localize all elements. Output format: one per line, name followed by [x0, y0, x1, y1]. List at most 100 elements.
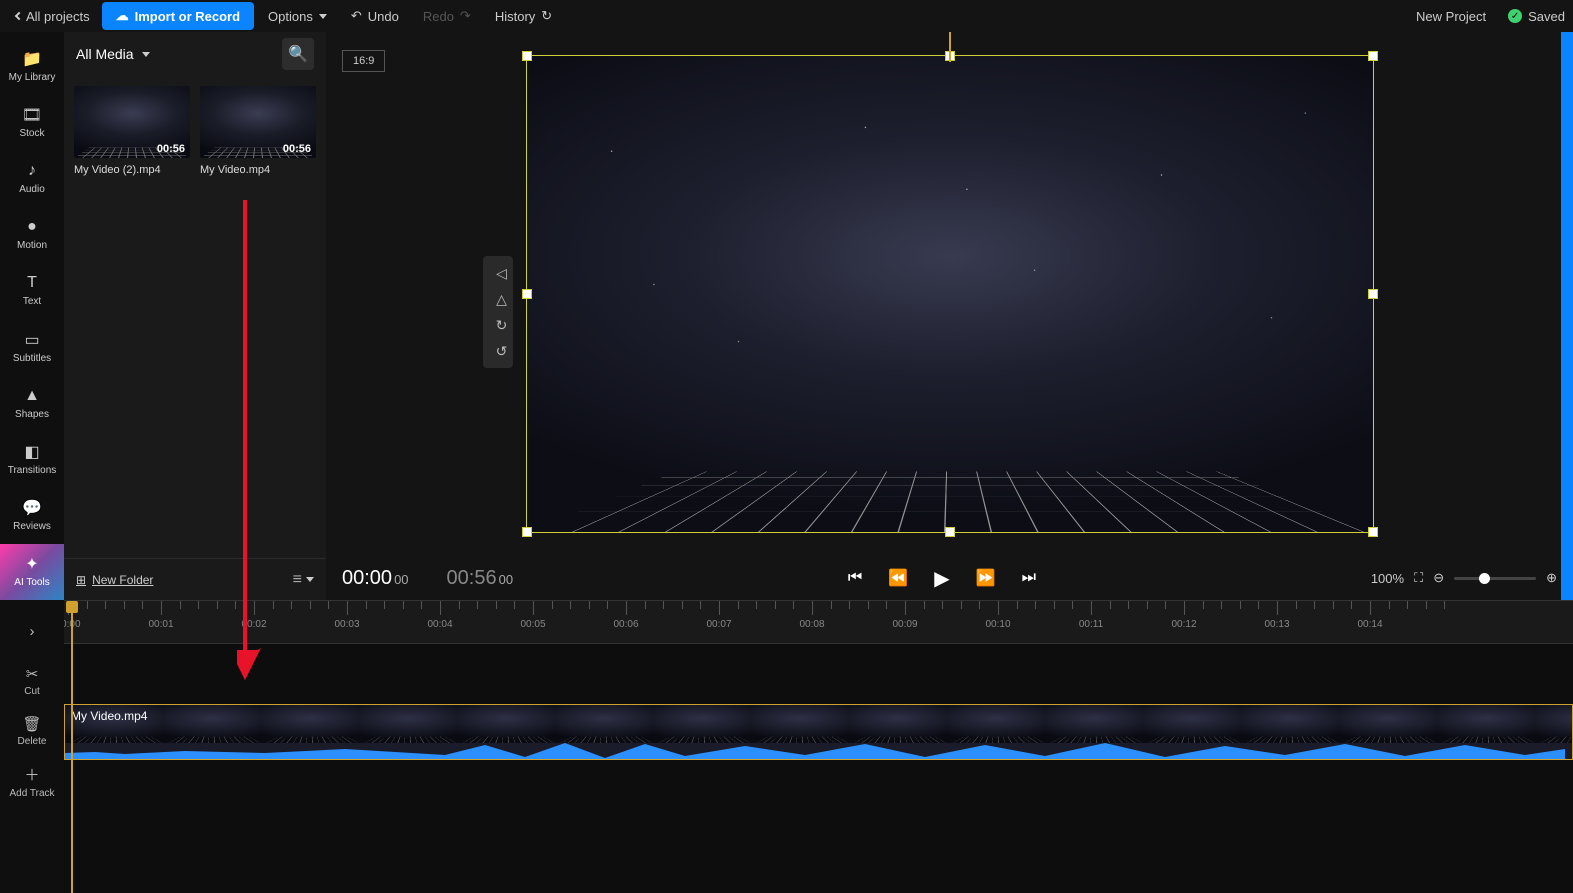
sidebar-item-reviews[interactable]: 💬Reviews — [0, 488, 64, 544]
ruler-tick-label: 00:01 — [148, 619, 173, 630]
timeline-tool-delete[interactable]: 🗑Delete — [0, 706, 64, 756]
sidebar-item-ai-tools[interactable]: ✦AI Tools — [0, 544, 64, 600]
zoom-level: 100% — [1371, 571, 1404, 586]
resize-handle[interactable] — [522, 289, 532, 299]
new-folder-button[interactable]: ⊞New Folder — [76, 573, 153, 587]
play-button[interactable]: ▶ — [934, 566, 949, 591]
chevron-down-icon — [142, 52, 150, 57]
current-time: 00:0000 — [342, 567, 409, 590]
text-icon: T — [22, 274, 42, 292]
search-icon: 🔍 — [288, 44, 308, 64]
ruler-tick-label: 00:14 — [1357, 619, 1382, 630]
timeline-tool-add-track[interactable]: ＋Add Track — [0, 756, 64, 806]
back-to-projects[interactable]: All projects — [8, 5, 98, 28]
sidebar-item-shapes[interactable]: ▲Shapes — [0, 375, 64, 431]
resize-handle[interactable] — [1368, 289, 1378, 299]
sidebar-item-motion[interactable]: ●Motion — [0, 207, 64, 263]
sidebar-item-stock[interactable]: 🎞Stock — [0, 94, 64, 150]
aspect-ratio-button[interactable]: 16:9 — [342, 50, 385, 72]
stock-icon: 🎞 — [22, 106, 42, 124]
ruler-tick-label: 00:02 — [241, 619, 266, 630]
my library-icon: 📁 — [22, 50, 42, 68]
ruler-tick-label: 00:11 — [1079, 619, 1103, 630]
import-record-button[interactable]: ☁Import or Record — [102, 2, 254, 30]
ruler-tick-label: 00:08 — [799, 619, 824, 630]
media-panel: All Media 🔍 00:56My Video (2).mp400:56My… — [64, 32, 326, 600]
sidebar-item-subtitles[interactable]: ▭Subtitles — [0, 319, 64, 375]
ruler-tick-label: 00:09 — [892, 619, 917, 630]
forward-button[interactable]: ⏩ — [976, 568, 996, 588]
audio-icon: ♪ — [22, 162, 42, 180]
save-status: ✓Saved — [1508, 9, 1565, 24]
sidebar-item-audio[interactable]: ♪Audio — [0, 150, 64, 206]
ruler-tick-label: 00:05 — [520, 619, 545, 630]
shapes-icon: ▲ — [22, 387, 42, 405]
playback-controls: 00:0000 00:5600 ⏮ ⏪ ▶ ⏩ ⏭ 100% ⛶ ⊖ ⊕ — [326, 556, 1573, 600]
preview-area: 16:9 ◁ △ ↻ ↺ 00:0000 — [326, 32, 1573, 600]
redo-icon: ↷ — [460, 8, 471, 24]
left-sidebar: 📁My Library🎞Stock♪Audio●MotionTText▭Subt… — [0, 32, 64, 600]
rotate-cw-button[interactable]: ↻ — [487, 312, 517, 338]
resize-handle[interactable] — [1368, 51, 1378, 61]
audio-waveform — [65, 741, 1565, 759]
history-button[interactable]: History↻ — [485, 4, 562, 28]
rewind-button[interactable]: ⏪ — [888, 568, 908, 588]
media-clip[interactable]: 00:56My Video (2).mp4 — [74, 86, 190, 176]
playhead[interactable] — [66, 601, 78, 613]
resize-handle[interactable] — [522, 527, 532, 537]
video-canvas[interactable]: ◁ △ ↻ ↺ — [526, 55, 1374, 533]
ruler-tick-label: 00:06 — [613, 619, 638, 630]
timeline-clip[interactable]: My Video.mp4 — [64, 704, 1573, 760]
ruler-tick-label: 00:04 — [427, 619, 452, 630]
skip-start-button[interactable]: ⏮ — [848, 569, 862, 587]
motion-icon: ● — [22, 218, 42, 236]
zoom-out-button[interactable]: ⊖ — [1433, 570, 1444, 586]
check-icon: ✓ — [1508, 9, 1522, 23]
subtitles-icon: ▭ — [22, 331, 42, 349]
transitions-icon: ◧ — [22, 443, 42, 461]
options-dropdown[interactable]: Options — [258, 5, 337, 28]
timeline-ruler[interactable]: 00:0000:0100:0200:0300:0400:0500:0600:07… — [64, 600, 1573, 644]
sort-dropdown[interactable]: ≡ — [293, 571, 314, 589]
flip-horizontal-button[interactable]: ◁ — [487, 260, 517, 286]
canvas-tools: ◁ △ ↻ ↺ — [483, 256, 513, 368]
right-panel-collapsed[interactable] — [1561, 32, 1573, 600]
track-area[interactable]: My Video.mp4 — [64, 644, 1573, 893]
ruler-tick-label: 00:13 — [1264, 619, 1289, 630]
sidebar-item-my-library[interactable]: 📁My Library — [0, 38, 64, 94]
project-name[interactable]: New Project — [1416, 9, 1486, 24]
clip-label: My Video.mp4 — [71, 709, 147, 723]
folder-plus-icon: ⊞ — [76, 573, 86, 587]
timeline-tool-expand[interactable]: › — [0, 606, 64, 656]
undo-button[interactable]: ↶Undo — [341, 4, 409, 28]
search-button[interactable]: 🔍 — [282, 38, 314, 70]
fullscreen-button[interactable]: ⛶ — [1414, 570, 1423, 586]
resize-handle[interactable] — [1368, 527, 1378, 537]
flip-vertical-button[interactable]: △ — [487, 286, 517, 312]
zoom-slider[interactable] — [1454, 577, 1536, 580]
zoom-in-button[interactable]: ⊕ — [1546, 570, 1557, 586]
resize-handle[interactable] — [945, 527, 955, 537]
timeline-tool-cut[interactable]: ✂Cut — [0, 656, 64, 706]
history-icon: ↻ — [541, 8, 552, 24]
skip-end-button[interactable]: ⏭ — [1022, 569, 1036, 587]
ruler-tick-label: 00:07 — [706, 619, 731, 630]
top-toolbar: All projects ☁Import or Record Options ↶… — [0, 0, 1573, 32]
chevron-down-icon — [306, 577, 314, 582]
media-filter-dropdown[interactable]: All Media — [76, 46, 150, 62]
reviews-icon: 💬 — [22, 499, 42, 517]
rotate-ccw-button[interactable]: ↺ — [487, 338, 517, 364]
chevron-left-icon — [15, 12, 23, 20]
total-time: 00:5600 — [447, 567, 514, 590]
media-clip[interactable]: 00:56My Video.mp4 — [200, 86, 316, 176]
sidebar-item-text[interactable]: TText — [0, 263, 64, 319]
ruler-tick-label: 00:03 — [334, 619, 359, 630]
ruler-tick-label: 00:12 — [1171, 619, 1196, 630]
filter-icon: ≡ — [293, 571, 302, 589]
resize-handle[interactable] — [522, 51, 532, 61]
undo-icon: ↶ — [351, 8, 362, 24]
timeline-tools: ›✂Cut🗑Delete＋Add Track — [0, 600, 64, 893]
sidebar-item-transitions[interactable]: ◧Transitions — [0, 431, 64, 487]
cloud-upload-icon: ☁ — [116, 8, 129, 24]
redo-button[interactable]: Redo↷ — [413, 4, 481, 28]
